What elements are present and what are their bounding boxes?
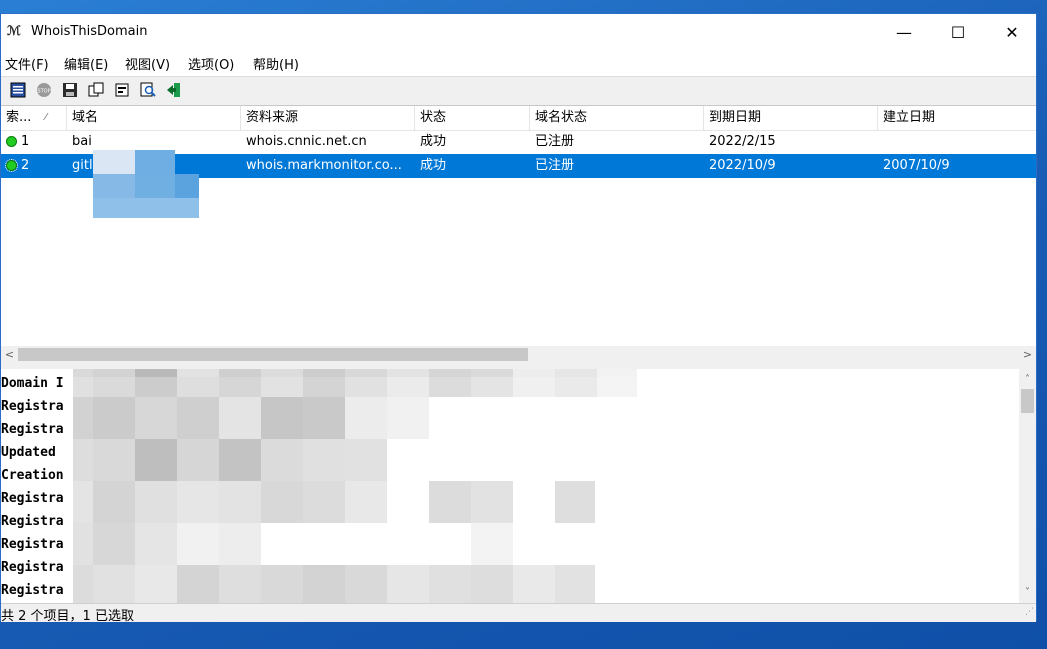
whois-line: Creation [1,468,64,483]
stop-icon[interactable]: STOP [35,81,53,99]
sort-arrow-icon: ⁄ [45,112,47,123]
whois-line: Updated [1,445,56,460]
menu-edit[interactable]: 编辑(E) [64,54,108,73]
whois-line: Registra [1,560,64,575]
list-header: 索... ⁄ 域名 资料来源 状态 域名状态 到期日期 建立日期 [1,106,1036,131]
menu-file[interactable]: 文件(F) [5,54,49,73]
close-button[interactable]: ✕ [989,14,1035,50]
whois-output[interactable]: Domain I Registra Registra Updated Creat… [1,369,1019,603]
pixelated-region [135,174,175,198]
toolbar: STOP [1,76,1036,106]
scroll-thumb[interactable] [18,348,528,361]
results-list[interactable]: 索... ⁄ 域名 资料来源 状态 域名状态 到期日期 建立日期 1 bai w… [1,106,1036,346]
scroll-right-icon[interactable]: > [1019,346,1036,363]
scroll-left-icon[interactable]: < [1,346,18,363]
pixelated-region [175,174,199,198]
scroll-down-icon[interactable]: ˅ [1019,584,1036,601]
whois-line: Registra [1,583,64,598]
column-source[interactable]: 资料来源 [241,106,415,130]
scroll-thumb[interactable] [1021,389,1034,413]
column-status[interactable]: 状态 [415,106,530,130]
cell-created: 2007/10/9 [883,158,950,173]
column-index[interactable]: 索... ⁄ [1,106,67,130]
status-ok-icon [6,136,17,147]
whois-line: Registra [1,537,64,552]
cell-expiry: 2022/10/9 [709,158,776,173]
cell-source: whois.markmonitor.co... [246,158,402,173]
column-domain-status[interactable]: 域名状态 [530,106,704,130]
scroll-up-icon[interactable]: ˄ [1019,371,1036,388]
whois-line: Registra [1,514,64,529]
pixelated-region [135,150,175,174]
menu-view[interactable]: 视图(V) [125,54,170,73]
cell-domain-status: 已注册 [535,134,575,149]
horizontal-scrollbar[interactable]: < > [1,346,1036,363]
title-bar[interactable]: ℳ WhoisThisDomain — ☐ ✕ [1,14,1036,50]
column-domain[interactable]: 域名 [67,106,241,130]
column-created[interactable]: 建立日期 [878,106,1036,130]
whois-line: Registra [1,422,64,437]
cell-created [878,130,1041,154]
pixelated-region [73,369,637,603]
status-ok-icon [5,159,18,172]
find-icon[interactable] [139,81,157,99]
status-bar: 共 2 个项目，1 已选取 ⋰ [1,603,1036,624]
pixelated-region [93,150,135,174]
properties-icon[interactable] [113,81,131,99]
cell-expiry: 2022/2/15 [709,134,776,149]
cell-status: 成功 [420,158,447,173]
whois-line: Domain I [1,376,64,391]
svg-text:STOP: STOP [37,89,50,95]
copy-icon[interactable] [87,81,105,99]
menu-options[interactable]: 选项(O) [188,54,234,73]
pixelated-region [93,198,199,218]
cell-source: whois.cnnic.net.cn [246,134,367,149]
list-icon[interactable] [9,81,27,99]
cell-status: 成功 [420,134,447,149]
pixelated-region [93,174,135,198]
app-window: ℳ WhoisThisDomain — ☐ ✕ 文件(F) 编辑(E) 视图(V… [0,13,1037,624]
minimize-button[interactable]: — [881,14,927,50]
app-icon: ℳ [7,24,21,39]
maximize-button[interactable]: ☐ [935,14,981,50]
whois-line: Registra [1,491,64,506]
resize-grip-icon[interactable]: ⋰ [1025,607,1034,617]
window-title: WhoisThisDomain [31,24,148,39]
save-icon[interactable] [61,81,79,99]
cell-domain-status: 已注册 [535,158,575,173]
menu-bar: 文件(F) 编辑(E) 视图(V) 选项(O) 帮助(H) [1,50,1036,74]
menu-help[interactable]: 帮助(H) [253,54,299,73]
column-expiry[interactable]: 到期日期 [704,106,878,130]
whois-line: Registra [1,399,64,414]
status-text: 共 2 个项目，1 已选取 [1,609,134,624]
vertical-scrollbar[interactable]: ˄ ˅ [1019,369,1036,603]
exit-icon[interactable] [165,81,183,99]
